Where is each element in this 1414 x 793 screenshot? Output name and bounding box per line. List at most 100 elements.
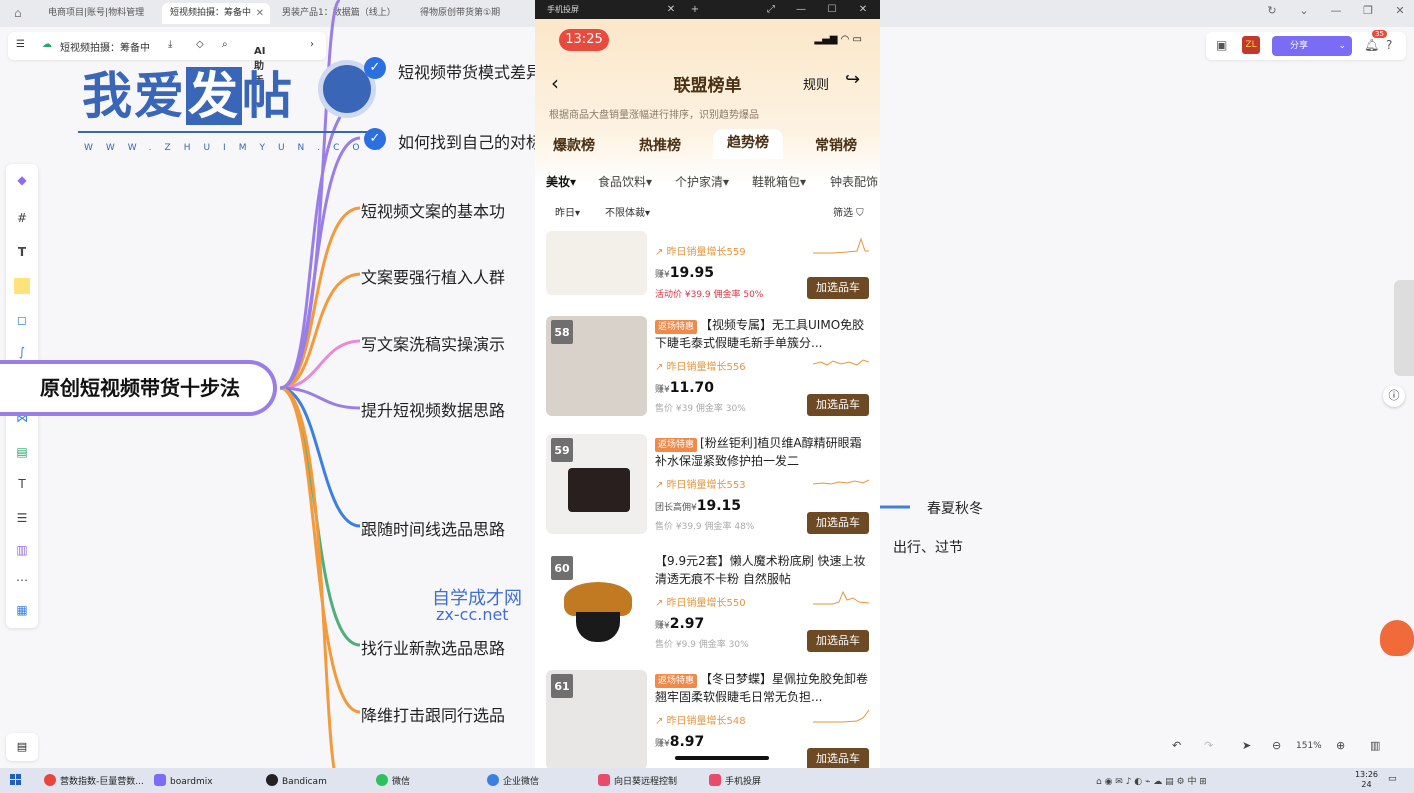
home-indicator bbox=[675, 756, 769, 760]
book-icon[interactable]: ▥ bbox=[1370, 739, 1380, 752]
taskbar-wechat[interactable]: 微信 bbox=[376, 774, 410, 787]
wecom-icon bbox=[487, 774, 499, 786]
logo-url: WWW.ZHUIMYUN.COM bbox=[84, 143, 394, 153]
maximize-icon[interactable]: ☐ bbox=[822, 0, 842, 19]
add-to-cart-button[interactable]: 加选品车 bbox=[807, 748, 869, 768]
format-filter[interactable]: 不限体裁▾ bbox=[605, 204, 650, 219]
category-personal-care[interactable]: 个护家清▾ bbox=[675, 173, 729, 190]
item-meta: 活动价 ¥39.9 佣金率 50% bbox=[655, 290, 764, 300]
zoom-out-icon[interactable]: ⊖ bbox=[1272, 739, 1281, 752]
price: 赚¥11.70 bbox=[655, 380, 715, 396]
check-icon: ✓ bbox=[364, 57, 386, 79]
tab-recommended[interactable]: 热推榜 bbox=[639, 135, 681, 155]
product-name: 返场特惠 【视频专属】无工具UIMO免胶下睫毛泰式假睫毛新手单簇分... bbox=[655, 318, 865, 350]
branch-6[interactable]: 提升短视频数据思路 bbox=[361, 397, 505, 421]
info-icon[interactable]: ⓘ bbox=[1383, 385, 1405, 407]
redo-icon[interactable]: ↷ bbox=[1204, 739, 1213, 752]
item-meta: 售价 ¥39 佣金率 30% bbox=[655, 404, 746, 414]
taskbar-chrome[interactable]: 营数指数-巨量营数... bbox=[44, 774, 144, 787]
taskbar-wecom[interactable]: 企业微信 bbox=[487, 774, 539, 787]
trend-sparkline bbox=[813, 359, 869, 366]
rank-badge: 61 bbox=[551, 674, 573, 698]
add-to-cart-button[interactable]: 加选品车 bbox=[807, 630, 869, 652]
close-tab-icon[interactable]: ✕ bbox=[661, 0, 681, 19]
product-image: 61 bbox=[546, 670, 647, 768]
boardmix-icon bbox=[154, 774, 166, 786]
branch-9[interactable]: 降维打击跟同行选品 bbox=[361, 702, 505, 726]
minimap-icon[interactable]: ▤ bbox=[6, 733, 38, 761]
taskbar-sunflower[interactable]: 向日葵远程控制 bbox=[598, 774, 677, 787]
branch-5[interactable]: 写文案洗稿实操演示 bbox=[361, 331, 505, 355]
item-meta: 售价 ¥9.9 佣金率 30% bbox=[655, 640, 749, 650]
price: 团长高佣¥19.15 bbox=[655, 498, 742, 514]
category-food[interactable]: 食品饮料▾ bbox=[598, 173, 652, 190]
category-watches[interactable]: 钟表配饰 bbox=[830, 173, 878, 190]
rules-link[interactable]: 规则 bbox=[803, 74, 829, 93]
zoom-in-icon[interactable]: ⊕ bbox=[1336, 739, 1345, 752]
branch-3[interactable]: 短视频文案的基本功 bbox=[361, 198, 505, 222]
windows-start-icon[interactable] bbox=[10, 774, 22, 786]
category-beauty[interactable]: 美妆▾ bbox=[546, 173, 576, 190]
share-icon[interactable]: ↪ bbox=[845, 69, 860, 90]
chrome-icon bbox=[44, 774, 56, 786]
date-filter[interactable]: 昨日▾ bbox=[555, 204, 580, 219]
tab-hot[interactable]: 爆款榜 bbox=[553, 135, 595, 155]
tray-icons[interactable]: ⌂ ◉ ✉ ♪ ◐ ⌁ ☁ ▤ ⚙ 中 ⊞ bbox=[1096, 774, 1207, 787]
brush-head bbox=[564, 582, 632, 616]
taskbar-bandicam[interactable]: Bandicam bbox=[266, 774, 327, 787]
sub-node-travel[interactable]: 出行、过节 bbox=[893, 537, 963, 557]
zoom-toolbar: ↶ ↷ ➤ ⊖ 151% ⊕ ▥ bbox=[1164, 733, 1404, 761]
side-widget[interactable] bbox=[1394, 280, 1414, 376]
minimize-icon[interactable]: — bbox=[791, 0, 811, 19]
select-tool-icon[interactable]: ➤ bbox=[1242, 739, 1251, 752]
notification-center-icon[interactable]: ▭ bbox=[1388, 774, 1397, 784]
tab-regular[interactable]: 常销榜 bbox=[815, 135, 857, 155]
phone-time: 13:25 bbox=[559, 29, 609, 51]
sub-node-seasons[interactable]: 春夏秋冬 bbox=[927, 498, 983, 518]
add-to-cart-button[interactable]: 加选品车 bbox=[807, 394, 869, 416]
add-to-cart-button[interactable]: 加选品车 bbox=[807, 512, 869, 534]
check-icon: ✓ bbox=[364, 128, 386, 150]
price: 赚¥8.97 bbox=[655, 734, 705, 750]
list-item[interactable]: 58 返场特惠 【视频专属】无工具UIMO免胶下睫毛泰式假睫毛新手单簇分... ↗… bbox=[535, 316, 880, 434]
branch-7[interactable]: 跟随时间线选品思路 bbox=[361, 516, 505, 540]
branch-4[interactable]: 文案要强行植入人群 bbox=[361, 264, 505, 288]
taskbar-phone-cast[interactable]: 手机投屏 bbox=[709, 774, 761, 787]
trend-sparkline bbox=[813, 479, 869, 485]
sunflower-icon bbox=[598, 774, 610, 786]
branch-8[interactable]: 找行业新款选品思路 bbox=[361, 635, 505, 659]
expand-icon[interactable]: ⤢ bbox=[761, 0, 781, 19]
undo-icon[interactable]: ↶ bbox=[1172, 739, 1181, 752]
add-to-cart-button[interactable]: 加选品车 bbox=[807, 277, 869, 299]
branch-1[interactable]: 短视频带货模式差异 bbox=[398, 59, 542, 83]
product-name: 返场特惠 【冬日梦蝶】星佩拉免胶免卸卷翘牢固柔软假睫毛日常无负担... bbox=[655, 672, 869, 704]
close-window-icon[interactable]: ✕ bbox=[853, 0, 873, 19]
product-image: 59 bbox=[546, 434, 647, 534]
product-name: 【9.9元2套】懒人魔术粉底刷 快速上妆 清透无痕不卡粉 自然服帖 bbox=[655, 554, 866, 586]
bandicam-icon bbox=[266, 774, 278, 786]
rank-badge: 60 bbox=[551, 556, 573, 580]
taskbar-boardmix[interactable]: boardmix bbox=[154, 774, 213, 787]
branch-2[interactable]: 如何找到自己的对标 bbox=[398, 129, 542, 153]
taskbar: 营数指数-巨量营数... boardmix Bandicam 微信 企业微信 向… bbox=[0, 768, 1414, 793]
list-item[interactable]: 60 【9.9元2套】懒人魔术粉底刷 快速上妆 清透无痕不卡粉 自然服帖 ↗ 昨… bbox=[535, 552, 880, 670]
phone-cast-icon bbox=[709, 774, 721, 786]
list-item[interactable]: 59 返场特惠 [粉丝钜利]植贝维A醇精研眼霜补水保湿紧致修护拍一发二 ↗ 昨日销… bbox=[535, 434, 880, 552]
trend-sparkline bbox=[813, 590, 869, 605]
phone-screen: 13:25 ▂▄▆ ◠ ▭ ‹ 联盟榜单 规则 ↪ 根据商品大盘销量涨幅进行排序… bbox=[535, 19, 880, 768]
category-shoes-bags[interactable]: 鞋靴箱包▾ bbox=[752, 173, 806, 190]
list-item[interactable]: 61 返场特惠 【冬日梦蝶】星佩拉免胶免卸卷翘牢固柔软假睫毛日常无负担... ↗ … bbox=[535, 670, 880, 768]
tab-trend[interactable]: 趋势榜 bbox=[713, 129, 783, 159]
mindmap-root[interactable]: 原创短视频带货十步法 bbox=[0, 360, 277, 416]
add-icon[interactable]: + bbox=[685, 0, 705, 19]
filter-button[interactable]: 筛选 ⛉ bbox=[833, 204, 864, 219]
mascot-icon[interactable] bbox=[1380, 620, 1414, 656]
product-name: 返场特惠 [粉丝钜利]植贝维A醇精研眼霜补水保湿紧致修护拍一发二 bbox=[655, 436, 862, 468]
product-image bbox=[546, 231, 647, 295]
zoom-level[interactable]: 151% bbox=[1296, 741, 1322, 751]
clock[interactable]: 13:26 24 bbox=[1355, 770, 1378, 790]
trend-sparkline bbox=[813, 237, 869, 254]
sales-growth: ↗ 昨日销量增长559 bbox=[655, 247, 746, 258]
rank-badge: 58 bbox=[551, 320, 573, 344]
product-image: 58 bbox=[546, 316, 647, 416]
